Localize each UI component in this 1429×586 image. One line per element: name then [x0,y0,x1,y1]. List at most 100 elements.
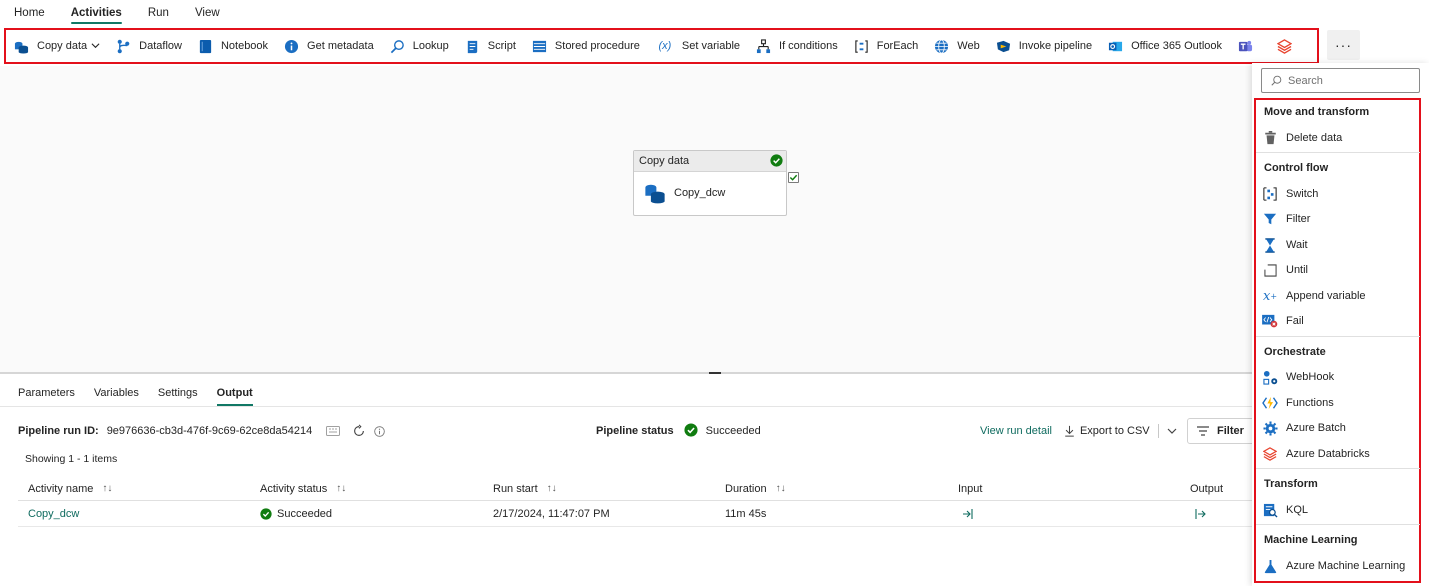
output-icon[interactable] [1194,502,1206,526]
activities-ribbon: Copy data Dataflow Notebook Get metadata… [4,28,1319,64]
section-control-flow: Control flow [1264,162,1329,174]
ribbon-lookup-button[interactable]: Lookup [390,31,449,61]
trash-icon [1262,130,1278,146]
tab-parameters[interactable]: Parameters [18,380,75,406]
ribbon-script-button[interactable]: Script [465,31,516,61]
column-input: Input [958,477,982,500]
flyout-item-functions[interactable]: Functions [1262,394,1334,412]
chevron-down-icon[interactable] [1167,426,1177,436]
success-check-icon [770,154,783,170]
flyout-item-azure-batch[interactable]: Azure Batch [1262,419,1346,437]
flyout-item-webhook[interactable]: WebHook [1262,368,1334,386]
flyout-divider [1256,152,1420,153]
activity-node-type: Copy data [639,155,690,167]
view-run-detail-link[interactable]: View run detail [980,425,1052,437]
flyout-item-until[interactable]: Until [1262,261,1308,279]
column-label: Run start [493,482,538,495]
sort-icon[interactable]: ↑↓ [547,483,557,494]
tab-home[interactable]: Home [14,0,45,26]
tab-activities[interactable]: Activities [70,0,122,26]
ribbon-if-conditions-button[interactable]: If conditions [756,31,838,61]
flyout-item-wait[interactable]: Wait [1262,236,1308,254]
refresh-icon[interactable] [352,424,366,438]
filter-label: Filter [1217,425,1244,437]
sort-icon[interactable]: ↑↓ [102,483,112,494]
ribbon-web-button[interactable]: Web [934,31,980,61]
filter-icon [1262,211,1278,227]
ribbon-invoke-pipeline-label: Invoke pipeline [1018,40,1093,52]
activity-node-body: Copy_dcw [634,172,786,204]
teams-icon [1238,39,1253,54]
databricks-icon [1262,446,1278,462]
flyout-item-label: Delete data [1286,132,1343,144]
activity-search-input[interactable]: Search [1261,68,1420,93]
sort-icon[interactable]: ↑↓ [336,483,346,494]
flyout-item-kql[interactable]: KQL [1262,501,1308,519]
flyout-item-azure-databricks[interactable]: Azure Databricks [1262,445,1370,463]
ribbon-teams-button[interactable] [1238,31,1261,61]
flyout-item-fail[interactable]: Fail [1262,312,1304,330]
flyout-item-switch[interactable]: Switch [1262,185,1318,203]
tab-variables[interactable]: Variables [94,380,139,406]
copy-icon[interactable] [326,426,341,436]
webhook-icon [1262,369,1278,385]
column-activity-status[interactable]: Activity status ↑↓ [260,477,346,500]
splitter-handle[interactable] [709,372,721,374]
ribbon-stored-procedure-button[interactable]: Stored procedure [532,31,640,61]
gear-icon [1262,420,1278,436]
column-activity-name[interactable]: Activity name ↑↓ [28,477,112,500]
globe-icon [934,39,949,54]
if-conditions-icon [756,38,771,54]
column-label: Input [958,482,983,495]
ribbon-office-365-outlook-label: Office 365 Outlook [1131,40,1223,52]
pipeline-status-value: Succeeded [705,425,761,437]
script-icon [465,39,480,54]
column-label: Activity name [28,482,94,495]
ribbon-notebook-label: Notebook [220,40,269,52]
success-output-checkbox[interactable] [788,172,799,183]
flyout-item-label: Switch [1286,188,1319,200]
flyout-item-delete-data[interactable]: Delete data [1262,129,1342,147]
ribbon-invoke-pipeline-button[interactable]: Invoke pipeline [996,31,1092,61]
flyout-item-azure-machine-learning[interactable]: Azure Machine Learning [1262,557,1405,575]
flyout-item-label: WebHook [1286,371,1335,383]
tab-output[interactable]: Output [216,380,253,406]
copy-data-activity-node[interactable]: Copy data Copy_dcw [633,150,787,216]
filter-lines-icon [1197,426,1209,436]
tab-view[interactable]: View [195,0,220,26]
activity-name-link[interactable]: Copy_dcw [28,502,79,526]
chevron-down-icon[interactable] [91,41,100,52]
column-duration[interactable]: Duration ↑↓ [725,477,786,500]
ribbon-foreach-label: ForEach [876,40,919,52]
panel-divider [0,406,1252,407]
outlook-icon [1108,39,1123,54]
sort-icon[interactable]: ↑↓ [776,483,786,494]
pipeline-canvas[interactable] [0,66,1252,372]
tab-run[interactable]: Run [148,0,169,26]
section-move-and-transform: Move and transform [1264,106,1370,118]
info-icon [284,39,299,54]
ribbon-office-365-outlook-button[interactable]: Office 365 Outlook [1108,31,1222,61]
flyout-item-append-variable[interactable]: x + Append variable [1262,287,1366,305]
flyout-item-filter[interactable]: Filter [1262,210,1310,228]
ribbon-dataflow-label: Dataflow [139,40,182,52]
ribbon-get-metadata-button[interactable]: Get metadata [284,31,374,61]
tab-settings[interactable]: Settings [158,380,198,406]
filter-button[interactable]: Filter [1187,418,1257,444]
ribbon-more-button[interactable]: ··· [1327,30,1360,60]
export-csv-button[interactable]: Export to CSV [1064,425,1150,437]
input-icon[interactable] [962,502,974,526]
info-icon[interactable] [374,425,385,437]
column-run-start[interactable]: Run start ↑↓ [493,477,557,500]
flyout-divider [1256,336,1420,337]
panel-splitter[interactable] [0,372,1252,374]
ribbon-set-variable-button[interactable]: (x) Set variable [656,31,741,61]
flyout-item-label: Fail [1286,315,1304,327]
ribbon-copy-data-button[interactable]: Copy data [14,31,100,61]
ribbon-foreach-button[interactable]: ForEach [854,31,919,61]
ribbon-notebook-button[interactable]: Notebook [198,31,268,61]
invoke-pipeline-icon [996,39,1011,54]
ribbon-dataflow-button[interactable]: Dataflow [116,31,182,61]
pipeline-status-label: Pipeline status [596,425,674,437]
ribbon-databricks-button[interactable] [1277,31,1300,61]
